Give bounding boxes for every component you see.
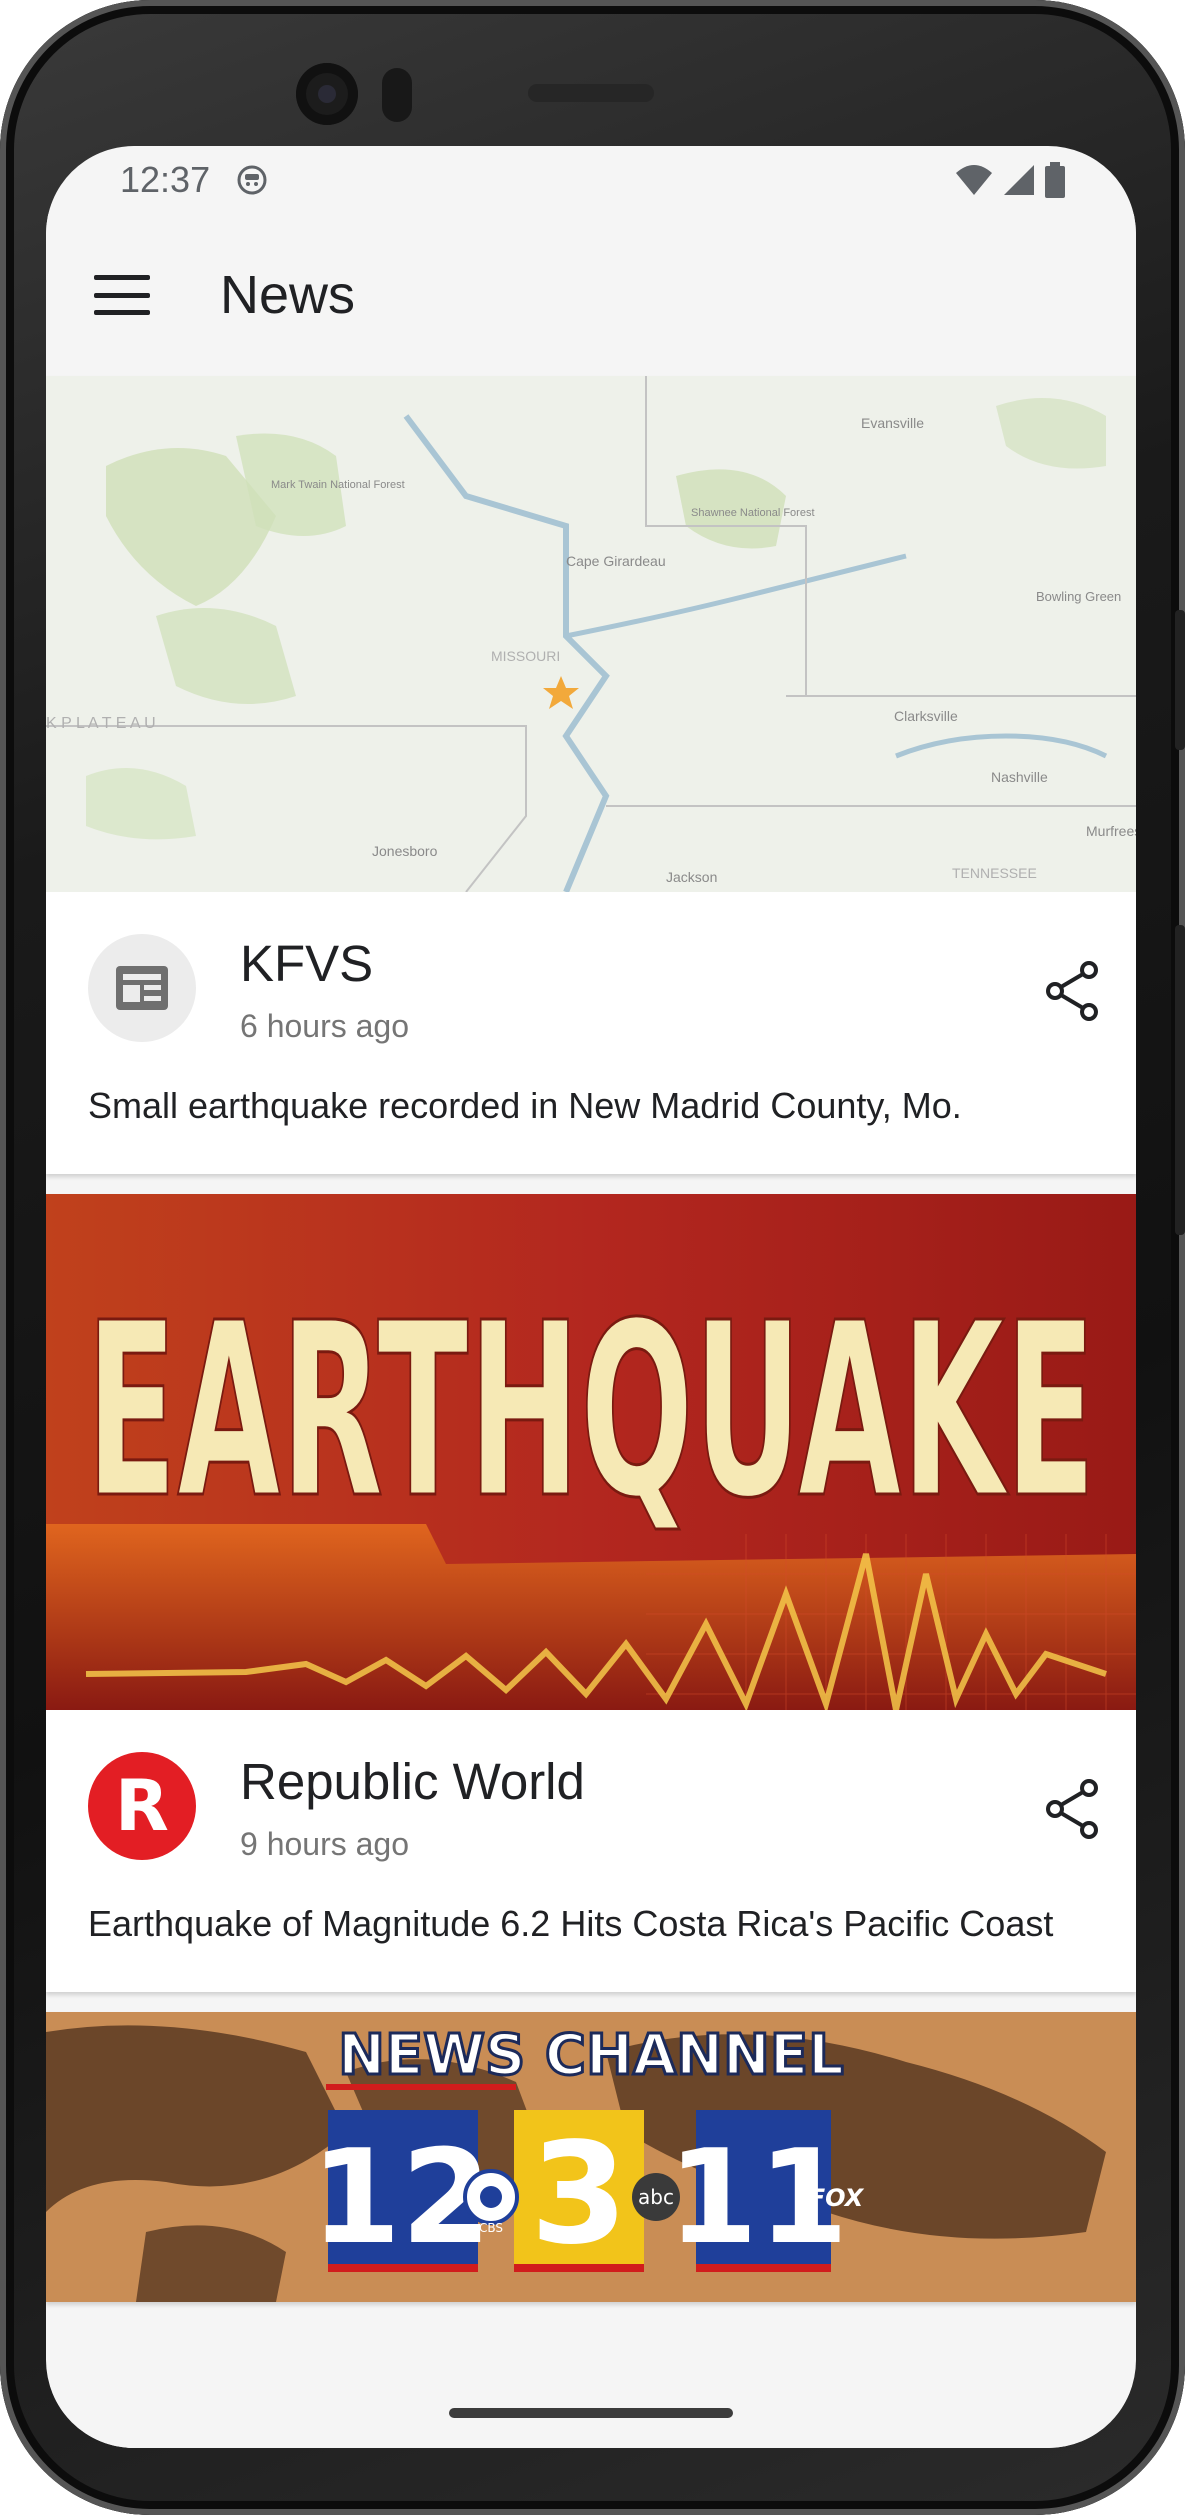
banner-text: EARTHQUAKE xyxy=(86,1271,1096,1551)
status-bar: 12:37 xyxy=(46,146,1136,214)
news-feed[interactable]: Evansville Mark Twain National Forest Sh… xyxy=(46,376,1136,2322)
timestamp: 9 hours ago xyxy=(240,1826,410,1862)
source-avatar: R xyxy=(88,1752,196,1860)
map-label: MISSOURI xyxy=(491,648,560,664)
app-bar: News xyxy=(46,214,1136,376)
news-card[interactable]: Evansville Mark Twain National Forest Sh… xyxy=(46,376,1136,1174)
headline[interactable]: Small earthquake recorded in New Madrid … xyxy=(88,1045,1096,1174)
gesture-nav-handle[interactable] xyxy=(449,2408,733,2418)
status-icons xyxy=(954,162,1066,198)
news-card[interactable]: NEWS CHANNEL 12 3 11 CBS abc FOX xyxy=(46,2012,1136,2302)
republic-logo-letter: R xyxy=(115,1765,169,1847)
earthquake-banner-image[interactable]: EARTHQUAKE xyxy=(46,1194,1136,1710)
power-button xyxy=(1175,925,1185,1235)
card-header: R Republic World 9 hours ago xyxy=(88,1710,1096,1863)
card-meta: Republic World 9 hours ago xyxy=(240,1752,585,1863)
map-thumbnail[interactable]: Evansville Mark Twain National Forest Sh… xyxy=(46,376,1136,892)
channel-number: 3 xyxy=(530,2113,627,2276)
status-time: 12:37 xyxy=(120,159,211,200)
network-label: CBS xyxy=(479,2221,503,2235)
card-meta: KFVS 6 hours ago xyxy=(240,934,409,1045)
card-header: KFVS 6 hours ago xyxy=(88,892,1096,1045)
map-label: Cape Girardeau xyxy=(566,553,666,569)
wifi-icon xyxy=(956,165,992,195)
front-camera xyxy=(296,63,358,125)
notification-icon xyxy=(237,165,267,195)
map-label: Clarksville xyxy=(894,708,958,724)
map-label: Jonesboro xyxy=(372,843,438,859)
volume-button xyxy=(1175,610,1185,750)
newspaper-icon xyxy=(116,966,168,1010)
map-label: Evansville xyxy=(861,415,924,431)
banner-title: NEWS CHANNEL xyxy=(338,2023,844,2088)
cell-signal-icon xyxy=(1004,165,1034,195)
map-label: TENNESSEE xyxy=(952,865,1037,881)
source-avatar xyxy=(88,934,196,1042)
phone-frame: 12:37 News Evansville Mark Twain Nationa… xyxy=(0,0,1185,2515)
share-icon[interactable] xyxy=(1042,1778,1104,1840)
map-label: K P L A T E A U xyxy=(46,715,156,732)
map-label: Jackson xyxy=(666,869,717,885)
network-label: FOX xyxy=(809,2184,865,2212)
cbs-eye xyxy=(480,2186,502,2208)
screen: 12:37 News Evansville Mark Twain Nationa… xyxy=(46,146,1136,2448)
proximity-sensor xyxy=(382,68,412,122)
news-channel-banner-image[interactable]: NEWS CHANNEL 12 3 11 CBS abc FOX xyxy=(46,2012,1136,2302)
card-body: R Republic World 9 hours ago Earthquake … xyxy=(46,1710,1136,1992)
page-title: News xyxy=(220,265,356,325)
map-label: Murfreesbo xyxy=(1086,823,1136,839)
source-name: KFVS xyxy=(240,935,374,992)
source-name: Republic World xyxy=(240,1753,585,1810)
earpiece-speaker xyxy=(528,84,654,102)
map-label: Shawnee National Forest xyxy=(691,507,815,519)
card-body: KFVS 6 hours ago Small earthquake record… xyxy=(46,892,1136,1174)
headline[interactable]: Earthquake of Magnitude 6.2 Hits Costa R… xyxy=(88,1863,1096,1992)
map-label: Nashville xyxy=(991,769,1048,785)
hamburger-menu-icon[interactable] xyxy=(94,275,150,315)
share-icon[interactable] xyxy=(1042,960,1104,1022)
network-label: abc xyxy=(638,2185,674,2209)
map-label: Bowling Green xyxy=(1036,589,1121,604)
map-label: Mark Twain National Forest xyxy=(271,479,405,491)
news-card[interactable]: EARTHQUAKE R Republic World 9 hours ago xyxy=(46,1194,1136,1992)
timestamp: 6 hours ago xyxy=(240,1008,410,1044)
battery-icon xyxy=(1045,162,1065,198)
